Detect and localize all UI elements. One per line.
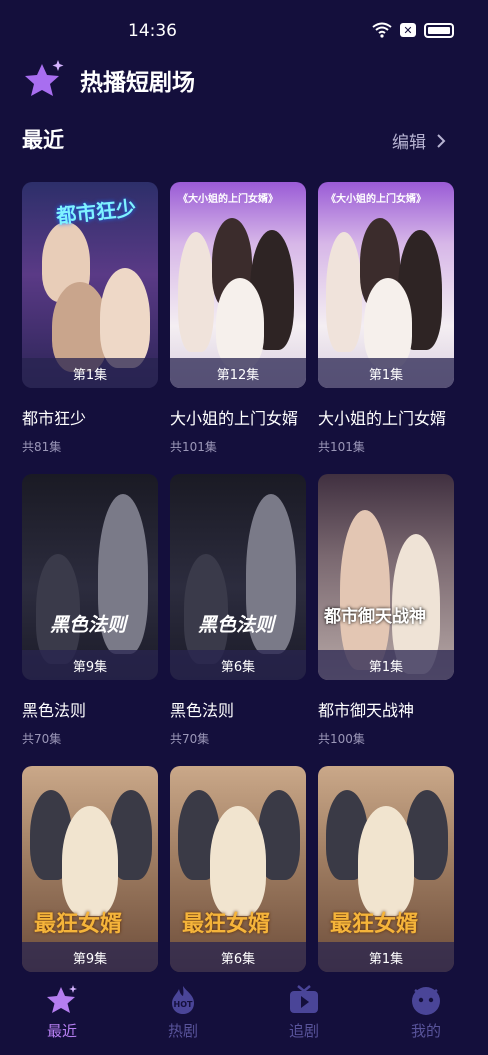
drama-card[interactable]: 都市御天战神 第1集 都市御天战神 共100集 — [318, 474, 454, 747]
app-header: 热播短剧场 — [22, 56, 195, 104]
app-title: 热播短剧场 — [80, 70, 195, 96]
drama-poster: 《大小姐的上门女婿》 第12集 — [170, 182, 306, 388]
poster-title-text: 《大小姐的上门女婿》 — [326, 194, 426, 205]
drama-poster: 都市御天战神 第1集 — [318, 474, 454, 680]
episode-badge: 第1集 — [318, 942, 454, 972]
star-sparkle-icon — [25, 60, 64, 96]
drama-card[interactable]: 《大小姐的上门女婿》 第1集 大小姐的上门女婿 共101集 — [318, 182, 454, 455]
episode-count: 共70集 — [170, 732, 210, 746]
sim-x-icon: ✕ — [400, 23, 416, 37]
profile-face-icon — [412, 987, 440, 1015]
status-time: 14:36 — [128, 21, 177, 41]
nav-label: 热剧 — [167, 1022, 198, 1040]
poster-title-text: 最狂女婿 — [330, 912, 419, 937]
drama-card[interactable]: 都市狂少 第1集 都市狂少 共81集 — [22, 182, 158, 455]
episode-badge: 第9集 — [22, 942, 158, 972]
nav-label: 我的 — [410, 1022, 441, 1040]
episode-count: 共70集 — [22, 732, 62, 746]
status-bar: 14:36 ✕ — [0, 0, 488, 60]
episode-count: 共81集 — [22, 440, 62, 454]
episode-count: 共101集 — [318, 440, 365, 454]
edit-button[interactable]: 编辑 — [392, 128, 446, 153]
drama-poster: 都市狂少 第1集 — [22, 182, 158, 388]
battery-icon — [424, 22, 454, 38]
drama-title: 黑色法则 — [22, 701, 87, 720]
nav-tab-profile[interactable]: 我的 — [386, 984, 466, 1041]
poster-title-text: 黑色法则 — [50, 614, 127, 636]
star-icon — [47, 985, 77, 1013]
recent-drama-grid: 都市狂少 第1集 都市狂少 共81集 《大小姐的上门女婿》 第12集 大小姐的上… — [22, 182, 454, 1055]
episode-badge: 第1集 — [318, 358, 454, 388]
episode-badge: 第6集 — [170, 650, 306, 680]
poster-title-text: 《大小姐的上门女婿》 — [178, 194, 278, 205]
drama-card[interactable]: 最狂女婿 第1集 — [318, 766, 454, 972]
drama-card[interactable]: 最狂女婿 第9集 — [22, 766, 158, 972]
edit-label: 编辑 — [392, 133, 426, 153]
drama-card[interactable]: 黑色法则 第9集 黑色法则 共70集 — [22, 474, 158, 747]
section-title: 最近 — [22, 128, 64, 152]
nav-tab-recent[interactable]: 最近 — [22, 984, 102, 1041]
poster-title-text: 黑色法则 — [198, 614, 275, 636]
episode-badge: 第12集 — [170, 358, 306, 388]
drama-poster: 黑色法则 第9集 — [22, 474, 158, 680]
drama-card[interactable]: 最狂女婿 第6集 — [170, 766, 306, 972]
poster-title-text: 最狂女婿 — [182, 912, 271, 937]
drama-title: 都市狂少 — [22, 409, 87, 428]
grid-row: 都市狂少 第1集 都市狂少 共81集 《大小姐的上门女婿》 第12集 大小姐的上… — [22, 182, 454, 474]
episode-count: 共101集 — [170, 440, 217, 454]
drama-title: 都市御天战神 — [318, 701, 415, 720]
episode-count: 共100集 — [318, 732, 365, 746]
episode-badge: 第6集 — [170, 942, 306, 972]
drama-poster: 黑色法则 第6集 — [170, 474, 306, 680]
recent-section-header: 最近 编辑 — [22, 122, 446, 156]
play-tv-icon — [290, 985, 318, 1013]
hot-flame-icon: HOT — [172, 986, 194, 1014]
episode-badge: 第9集 — [22, 650, 158, 680]
drama-poster: 最狂女婿 第6集 — [170, 766, 306, 972]
grid-row: 黑色法则 第9集 黑色法则 共70集 黑色法则 第6集 黑色法则 共70集 都市… — [22, 474, 454, 766]
status-icons: ✕ — [372, 22, 454, 38]
nav-label: 追剧 — [288, 1022, 319, 1040]
drama-poster: 《大小姐的上门女婿》 第1集 — [318, 182, 454, 388]
drama-card[interactable]: 《大小姐的上门女婿》 第12集 大小姐的上门女婿 共101集 — [170, 182, 306, 455]
drama-card[interactable]: 黑色法则 第6集 黑色法则 共70集 — [170, 474, 306, 747]
bottom-nav: 最近 HOT 热剧 追剧 我的 — [0, 980, 488, 1055]
drama-poster: 最狂女婿 第9集 — [22, 766, 158, 972]
nav-label: 最近 — [46, 1022, 77, 1040]
wifi-icon — [372, 22, 392, 38]
drama-title: 大小姐的上门女婿 — [318, 409, 447, 428]
episode-badge: 第1集 — [22, 358, 158, 388]
nav-tab-hot[interactable]: HOT 热剧 — [143, 984, 223, 1041]
drama-poster: 最狂女婿 第1集 — [318, 766, 454, 972]
svg-text:HOT: HOT — [174, 1000, 193, 1009]
chevron-right-icon — [437, 133, 446, 148]
poster-title-text: 最狂女婿 — [34, 912, 123, 937]
drama-title: 大小姐的上门女婿 — [170, 409, 299, 428]
episode-badge: 第1集 — [318, 650, 454, 680]
nav-tab-following[interactable]: 追剧 — [264, 984, 344, 1041]
poster-title-text: 都市御天战神 — [324, 607, 426, 627]
drama-title: 黑色法则 — [170, 701, 235, 720]
poster-title-text: 都市狂少 — [55, 195, 138, 229]
